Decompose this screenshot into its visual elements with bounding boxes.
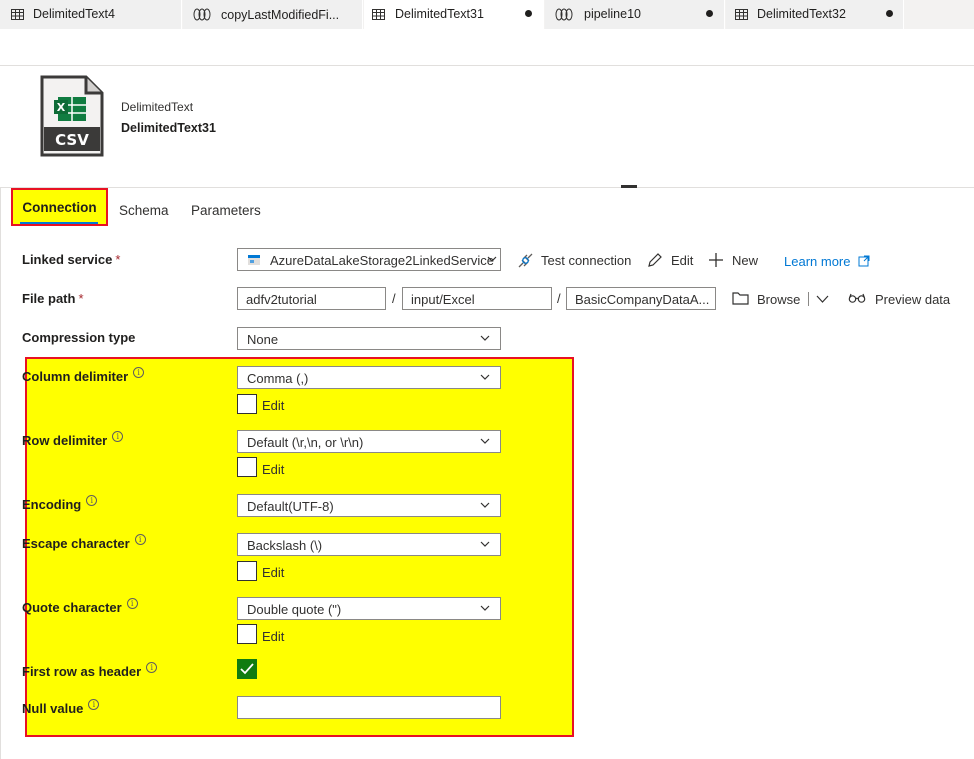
chevron-down-icon: [480, 605, 490, 611]
info-icon: i: [134, 534, 146, 545]
tab-label: DelimitedText32: [757, 7, 846, 21]
tab-label: DelimitedText31: [395, 7, 484, 21]
table-icon: [11, 9, 24, 20]
svg-text:X: X: [57, 101, 66, 114]
escape-character-edit-checkbox[interactable]: [237, 561, 257, 581]
csv-file-icon: X CSV: [40, 75, 104, 157]
tab-parameters[interactable]: Parameters: [191, 203, 261, 218]
glasses-icon: [848, 293, 866, 303]
divider: [0, 65, 974, 66]
encoding-label: Encoding i: [22, 495, 98, 512]
chevron-down-icon[interactable]: [816, 293, 829, 305]
tab-delimitedtext31[interactable]: DelimitedText31: [364, 0, 544, 29]
container-input[interactable]: adfv2tutorial: [237, 287, 386, 310]
first-row-header-label: First row as header i: [22, 662, 158, 679]
linked-service-label: Linked service *: [22, 252, 121, 267]
null-value-label: Null value i: [22, 699, 100, 716]
edit-label: Edit: [262, 462, 285, 477]
quote-character-select[interactable]: Double quote ("): [237, 597, 501, 620]
info-icon: i: [86, 495, 98, 506]
tab-label: copyLastModifiedFi...: [221, 8, 340, 22]
chevron-down-icon: [480, 502, 490, 508]
tab-delimitedtext4[interactable]: DelimitedText4: [0, 0, 182, 29]
path-separator: /: [557, 291, 561, 306]
tab-delimitedtext32[interactable]: DelimitedText32: [726, 0, 904, 29]
file-name-input[interactable]: BasicCompanyDataA...: [566, 287, 716, 310]
compression-type-label: Compression type: [22, 330, 136, 345]
unsaved-dot-icon: [886, 10, 893, 17]
column-delimiter-select[interactable]: Comma (,): [237, 366, 501, 389]
table-icon: [372, 9, 385, 20]
active-tab-indicator: [20, 222, 98, 224]
storage-icon: [248, 255, 260, 265]
divider: [0, 188, 1, 759]
checkmark-icon: [240, 663, 254, 675]
quote-character-edit-checkbox[interactable]: [237, 624, 257, 644]
pipeline-icon: [193, 8, 211, 21]
row-delimiter-edit-checkbox[interactable]: [237, 457, 257, 477]
csv-icon-text: CSV: [55, 131, 89, 149]
tab-label: pipeline10: [584, 7, 641, 21]
column-delimiter-edit-checkbox[interactable]: [237, 394, 257, 414]
tab-connection[interactable]: Connection: [11, 188, 108, 226]
chevron-down-icon: [480, 335, 490, 341]
plus-icon: [709, 253, 723, 267]
document-tab-strip: DelimitedText4 copyLastModifiedFi... Del…: [0, 0, 974, 29]
tab-copylastmodified[interactable]: copyLastModifiedFi...: [183, 0, 363, 29]
chevron-down-icon: [480, 541, 490, 547]
null-value-input[interactable]: [237, 696, 501, 719]
first-row-header-checkbox[interactable]: [237, 659, 257, 679]
column-delimiter-label: Column delimiter i: [22, 367, 145, 384]
tab-schema[interactable]: Schema: [119, 203, 169, 218]
edit-label: Edit: [262, 398, 285, 413]
info-icon: i: [126, 598, 138, 609]
encoding-select[interactable]: Default(UTF-8): [237, 494, 501, 517]
divider: [808, 292, 809, 306]
external-link-icon: [858, 255, 870, 267]
quote-character-label: Quote character i: [22, 598, 138, 615]
pencil-icon: [648, 253, 662, 267]
linked-service-select[interactable]: AzureDataLakeStorage2LinkedService: [237, 248, 501, 271]
tab-connection-label: Connection: [22, 199, 97, 215]
pipeline-icon: [555, 8, 573, 21]
splitter-handle[interactable]: [621, 185, 637, 188]
path-separator: /: [392, 291, 396, 306]
dataset-type: DelimitedText: [121, 100, 194, 114]
row-delimiter-label: Row delimiter i: [22, 431, 124, 448]
info-icon: i: [146, 662, 158, 673]
row-delimiter-select[interactable]: Default (\r,\n, or \r\n): [237, 430, 501, 453]
escape-character-select[interactable]: Backslash (\): [237, 533, 501, 556]
table-icon: [735, 9, 748, 20]
learn-more-link[interactable]: Learn more: [784, 254, 870, 269]
chevron-down-icon: [487, 256, 497, 262]
chevron-down-icon: [480, 438, 490, 444]
divider: [0, 187, 974, 188]
info-icon: i: [88, 699, 100, 710]
edit-label: Edit: [262, 629, 285, 644]
plug-icon: [518, 253, 533, 268]
unsaved-dot-icon: [706, 10, 713, 17]
directory-input[interactable]: input/Excel: [402, 287, 552, 310]
escape-character-label: Escape character i: [22, 534, 146, 551]
tab-pipeline10[interactable]: pipeline10: [545, 0, 725, 29]
dataset-name: DelimitedText31: [121, 121, 216, 135]
tab-label: DelimitedText4: [33, 7, 115, 21]
chevron-down-icon: [480, 374, 490, 380]
folder-icon: [732, 292, 749, 305]
compression-type-select[interactable]: None: [237, 327, 501, 350]
edit-label: Edit: [262, 565, 285, 580]
info-icon: i: [133, 367, 145, 378]
file-path-label: File path *: [22, 291, 84, 306]
info-icon: i: [112, 431, 124, 442]
unsaved-dot-icon: [525, 10, 532, 17]
